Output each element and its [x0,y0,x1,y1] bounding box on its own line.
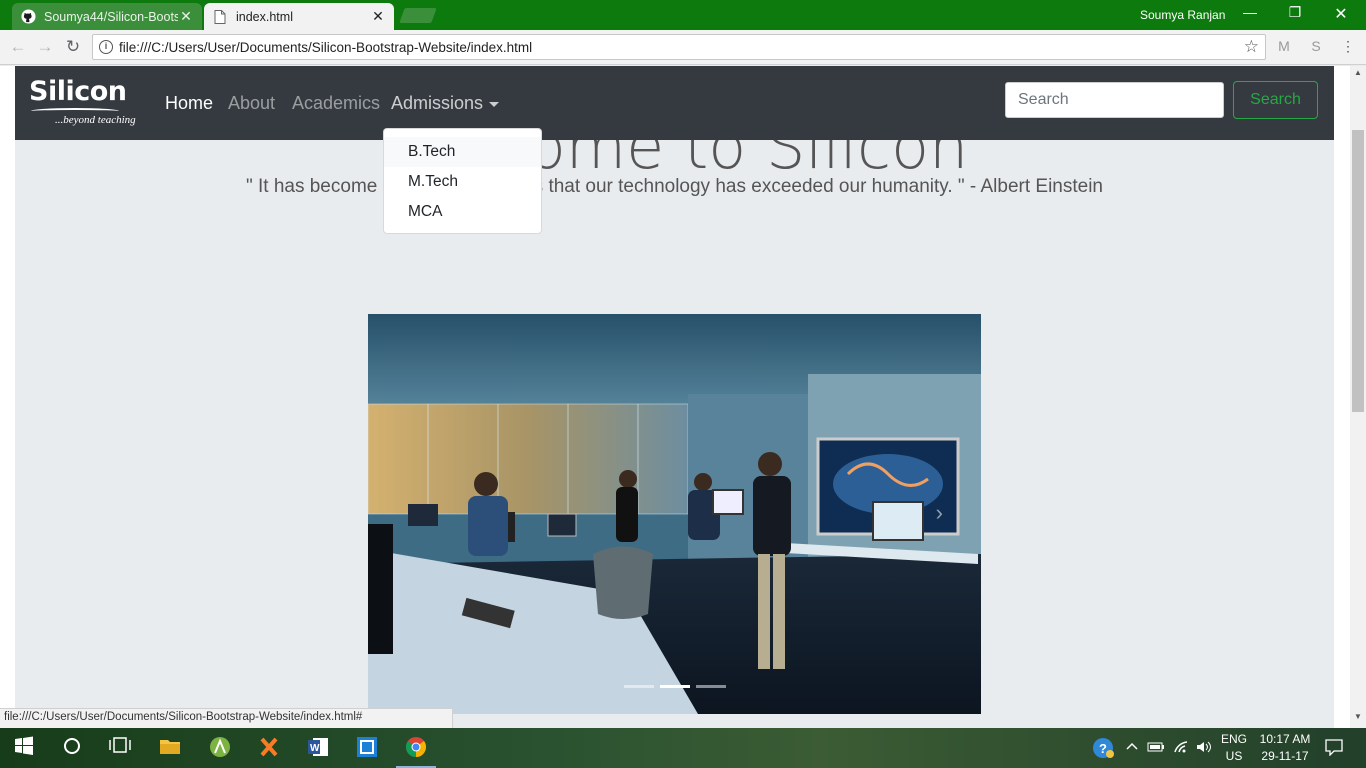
browser-toolbar: ← → ↻ i file:///C:/Users/User/Documents/… [0,30,1366,65]
scroll-up-icon[interactable]: ▲ [1350,68,1366,82]
jumbotron: Welcome to Silicon " It has become appal… [15,66,1334,728]
system-clock[interactable]: 10:17 AM 29-11-17 [1257,731,1313,765]
battery-icon[interactable] [1147,740,1165,757]
language-code: ENG [1220,732,1247,746]
carousel-indicator[interactable] [695,685,726,688]
restore-icon[interactable]: ❐ [1283,4,1307,24]
chrome-icon[interactable] [396,736,436,768]
carousel-indicator[interactable] [659,685,690,688]
scroll-down-icon[interactable]: ▼ [1350,712,1366,726]
svg-text:W: W [310,743,320,754]
cortana-icon[interactable] [60,736,84,760]
tab-github[interactable]: Soumya44/Silicon-Bootst ✕ [12,3,202,30]
windows-taskbar: W ? ENG US 10:17 AM 29-11-17 [0,728,1366,768]
profile-name[interactable]: Soumya Ranjan [1140,8,1225,22]
page-scrollbar[interactable]: ▲ ▼ [1350,66,1366,728]
language-indicator[interactable]: ENG US [1220,731,1248,765]
tab-title: index.html [236,9,293,24]
svg-text:?: ? [1099,741,1107,756]
brand-logo[interactable]: Silicon ...beyond teaching [29,76,145,130]
github-icon [20,9,36,25]
nav-home[interactable]: Home [165,93,213,114]
dropdown-item-btech[interactable]: B.Tech [384,137,541,167]
windows-start-icon[interactable] [12,736,36,760]
vs-code-icon[interactable] [355,736,379,760]
image-carousel[interactable]: › [368,314,981,714]
xampp-icon[interactable] [257,736,281,760]
help-icon[interactable]: ? [1092,737,1114,762]
region-code: US [1225,749,1243,763]
chevron-up-icon[interactable] [1126,740,1138,755]
hero-quote: " It has become appallingly obvious that… [245,176,1104,197]
carousel-indicators [368,685,981,688]
address-bar[interactable]: i file:///C:/Users/User/Documents/Silico… [92,34,1266,60]
site-navbar: Silicon ...beyond teaching Home About Ac… [15,66,1334,140]
task-view-icon[interactable] [108,736,132,760]
close-icon[interactable]: ✕ [178,8,194,25]
file-explorer-icon[interactable] [158,736,182,760]
caret-down-icon [489,101,500,107]
volume-icon[interactable] [1196,740,1212,757]
back-icon[interactable]: ← [8,37,28,57]
forward-icon[interactable]: → [35,37,55,57]
dropdown-item-mca[interactable]: MCA [384,197,541,227]
reload-icon[interactable]: ↻ [63,37,83,57]
nav-about[interactable]: About [228,93,275,114]
carousel-slide-image [368,314,981,714]
dropdown-item-mtech[interactable]: M.Tech [384,167,541,197]
menu-icon[interactable]: ⋮ [1338,38,1358,56]
link-status-bar: file:///C:/Users/User/Documents/Silicon-… [0,708,453,728]
wifi-icon[interactable] [1173,740,1189,757]
brand-name: Silicon [29,76,127,107]
url-text: file:///C:/Users/User/Documents/Silicon-… [119,40,533,55]
word-icon[interactable]: W [306,736,330,760]
browser-tab-strip: Soumya44/Silicon-Bootst ✕ index.html ✕ S… [0,0,1366,30]
carousel-indicator[interactable] [623,685,654,688]
gmail-extension-icon[interactable]: M [1274,38,1294,56]
nav-admissions-label: Admissions [391,93,484,113]
close-window-icon[interactable]: ✕ [1329,4,1353,24]
new-tab-button[interactable] [399,8,437,23]
tab-title: Soumya44/Silicon-Bootst [44,9,178,24]
carousel-next-icon[interactable]: › [936,500,943,526]
scroll-thumb[interactable] [1352,130,1364,412]
close-icon[interactable]: ✕ [370,8,386,25]
search-button[interactable]: Search [1233,81,1318,119]
search-input[interactable] [1005,82,1224,118]
document-icon [212,9,228,25]
clock-time: 10:17 AM [1259,732,1311,746]
tab-index[interactable]: index.html ✕ [204,3,394,30]
web-page: Welcome to Silicon " It has become appal… [0,66,1350,728]
info-icon[interactable]: i [99,40,113,54]
skype-extension-icon[interactable]: S [1306,38,1326,56]
android-studio-icon[interactable] [208,736,232,760]
nav-academics[interactable]: Academics [292,93,380,114]
clock-date: 29-11-17 [1261,749,1309,763]
nav-admissions[interactable]: Admissions [391,93,500,114]
star-icon[interactable]: ☆ [1244,37,1259,57]
minimize-icon[interactable]: — [1238,4,1262,24]
admissions-dropdown-menu: B.Tech M.Tech MCA [383,128,542,234]
notifications-icon[interactable] [1325,738,1343,759]
brand-tagline: ...beyond teaching [55,114,136,126]
